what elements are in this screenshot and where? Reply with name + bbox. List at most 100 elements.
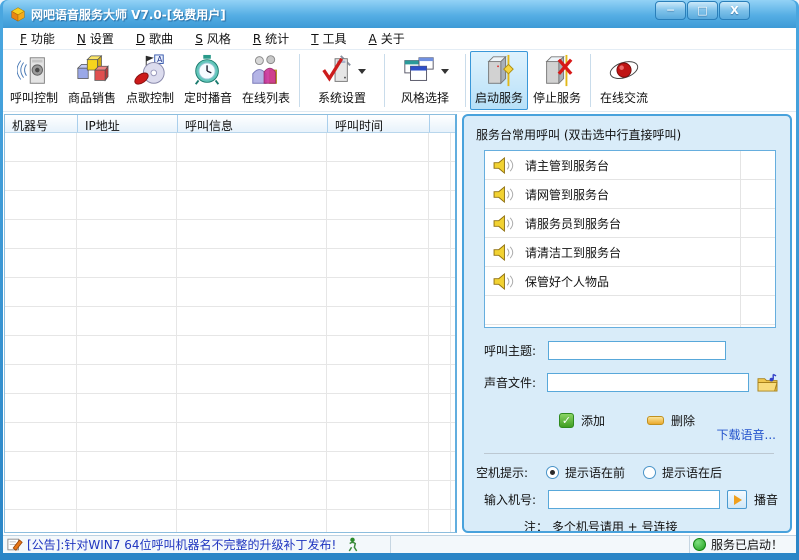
menu-item-tools[interactable]: T工具 [300,28,357,49]
grid-line [176,133,177,532]
speaker-icon [493,273,514,290]
timed-broadcast-icon [191,54,225,88]
panel-title: 服务台常用呼叫 (双击选中行直接呼叫) [476,126,778,143]
maximize-button[interactable]: □ [687,1,718,20]
radio-selected-icon [546,466,559,479]
app-cube-icon [9,5,27,23]
call-topic-label: 呼叫主题: [484,342,548,359]
close-button[interactable]: X [719,1,750,20]
call-topic-input[interactable] [548,341,726,360]
idle-prompt-label: 空机提示: [476,464,542,481]
title-bar: 网吧语音服务大师 V7.0-[免费用户] ─ □ X [3,0,796,28]
quick-call-item[interactable]: 请服务员到服务台 [485,209,775,238]
announcement-text[interactable]: [公告]:针对WIN7 64位呼叫机器名不完整的升级补丁发布! [27,536,336,553]
toolbar: 呼叫控制 商品销售 [3,50,796,112]
service-status-text: 服务已启动！ [711,536,783,553]
play-button[interactable] [727,490,747,509]
menu-item-songs[interactable]: D歌曲 [125,28,184,49]
main-area: 机器号 IP地址 呼叫信息 呼叫时间 服务台常用呼叫 (双击选中行直接呼叫) [3,112,796,535]
column-header-spacer [429,115,455,132]
quick-call-item[interactable]: 保管好个人物品 [485,267,775,296]
svg-text:A: A [157,55,163,64]
minimize-button[interactable]: ─ [655,1,686,20]
call-table-header: 机器号 IP地址 呼叫信息 呼叫时间 [5,115,455,133]
speaker-icon [493,244,514,261]
play-label: 播音 [754,491,778,508]
quick-call-list[interactable]: 请主管到服务台 请网管到服务台 请服务员到服务台 请清洁工到服务台 [484,150,776,328]
quick-call-item[interactable]: 请网管到服务台 [485,180,775,209]
app-window: 网吧语音服务大师 V7.0-[免费用户] ─ □ X F功能 N设置 D歌曲 S… [0,0,799,560]
panel-divider [484,453,774,454]
grid-line [76,133,77,532]
dropdown-caret-icon [358,69,366,74]
quick-call-item[interactable]: 请主管到服务台 [485,151,775,180]
online-list-icon [249,54,283,88]
list-column-line [740,151,741,327]
toolbar-button-system-settings[interactable]: 系统设置 [304,51,380,110]
announcement-section[interactable]: [公告]:针对WIN7 64位呼叫机器名不完整的升级补丁发布! [3,536,391,553]
add-check-icon: ✓ [559,413,574,428]
radio-prompt-before[interactable]: 提示语在前 [546,464,625,481]
toolbar-button-stop-service[interactable]: 停止服务 [528,51,586,110]
announcement-note-icon [7,537,23,552]
add-button[interactable]: ✓ 添加 [559,412,605,429]
quick-call-empty-row [485,296,775,325]
grid-line [326,133,327,532]
toolbar-button-style-select[interactable]: 风格选择 [389,51,461,110]
column-header-call-time[interactable]: 呼叫时间 [327,115,429,132]
play-triangle-icon [734,495,742,505]
system-settings-icon [319,54,353,88]
radio-unselected-icon [643,466,656,479]
quick-call-empty-row [485,325,775,328]
sound-file-label: 声音文件: [484,374,547,391]
delete-button[interactable]: 删除 [647,412,695,429]
window-title: 网吧语音服务大师 V7.0-[免费用户] [31,6,226,23]
menu-item-style[interactable]: S风格 [184,28,242,49]
sound-file-input[interactable] [547,373,749,392]
machine-number-note: 注： 多个机号请用 + 号连接 [476,518,778,533]
style-select-icon [402,54,436,88]
service-running-dot-icon [693,538,706,551]
toolbar-button-timed-broadcast[interactable]: 定时播音 [179,51,237,110]
menu-item-statistics[interactable]: R统计 [242,28,300,49]
toolbar-button-online-chat[interactable]: 在线交流 [595,51,653,110]
menu-item-function[interactable]: F功能 [9,28,66,49]
status-bar: [公告]:针对WIN7 64位呼叫机器名不完整的升级补丁发布! 服务已启动！ [3,535,796,553]
machine-number-input[interactable] [548,490,720,509]
column-header-ip-address[interactable]: IP地址 [77,115,177,132]
app-body: F功能 N设置 D歌曲 S风格 R统计 T工具 A关于 呼叫控制 [3,28,796,553]
column-header-call-info[interactable]: 呼叫信息 [177,115,327,132]
speaker-icon [493,186,514,203]
start-service-icon [482,54,516,88]
radio-prompt-after[interactable]: 提示语在后 [643,464,722,481]
dropdown-caret-icon [441,69,449,74]
toolbar-button-product-sales[interactable]: 商品销售 [63,51,121,110]
toolbar-separator [590,54,591,107]
quick-call-item[interactable]: 请清洁工到服务台 [485,238,775,267]
song-control-icon: A [133,54,167,88]
machine-number-label: 输入机号: [484,491,548,508]
online-chat-icon [607,54,641,88]
toolbar-button-call-control[interactable]: 呼叫控制 [5,51,63,110]
call-control-icon [17,54,51,88]
service-status-section: 服务已启动！ [690,536,796,553]
service-panel: 服务台常用呼叫 (双击选中行直接呼叫) 请主管到服务台 请网管到服务台 请服务员… [462,114,792,533]
menu-item-settings[interactable]: N设置 [66,28,125,49]
browse-sound-file-button[interactable] [756,372,778,392]
stop-service-icon [540,54,574,88]
call-table-body[interactable] [5,133,455,532]
grid-line [450,133,451,532]
menu-item-about[interactable]: A关于 [358,28,416,49]
speaker-icon [493,157,514,174]
column-header-machine-no[interactable]: 机器号 [5,115,77,132]
delete-bar-icon [647,416,664,425]
toolbar-separator [465,54,466,107]
speaker-icon [493,215,514,232]
download-voice-link[interactable]: 下载语音... [717,426,776,443]
toolbar-separator [384,54,385,107]
folder-music-icon [757,373,778,392]
call-table[interactable]: 机器号 IP地址 呼叫信息 呼叫时间 [4,114,457,533]
toolbar-button-song-control[interactable]: A 点歌控制 [121,51,179,110]
toolbar-button-online-list[interactable]: 在线列表 [237,51,295,110]
toolbar-button-start-service[interactable]: 启动服务 [470,51,528,110]
